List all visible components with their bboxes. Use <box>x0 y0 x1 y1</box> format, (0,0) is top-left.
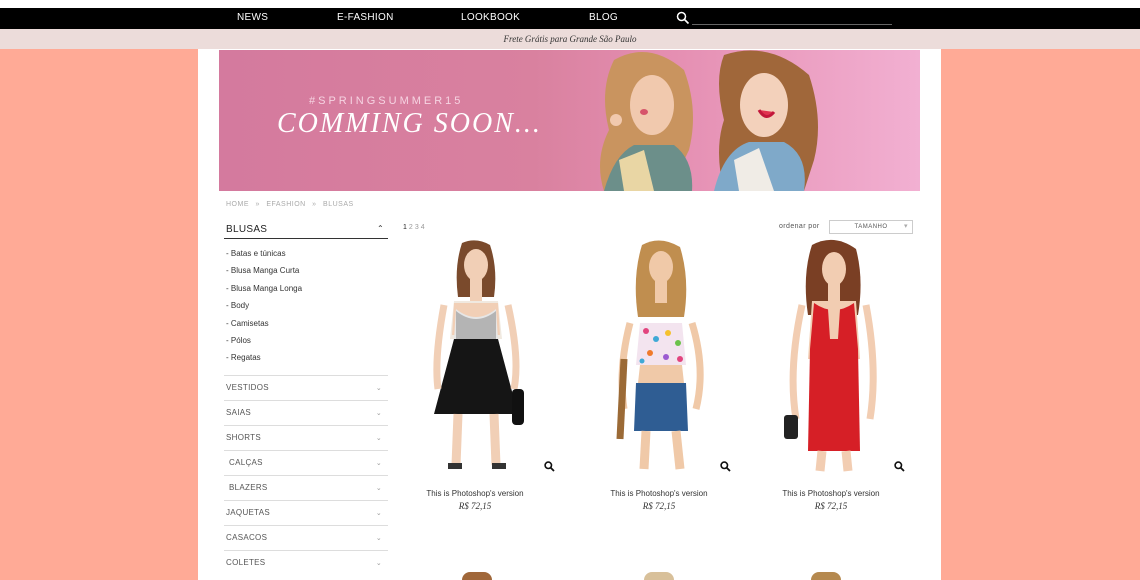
chevron-down-icon: ⌄ <box>375 485 382 492</box>
category-label: CASACOS <box>226 533 268 542</box>
category-item-vestidos[interactable]: VESTIDOS ⌄ <box>224 375 388 400</box>
category-item-coletes[interactable]: COLETES ⌄ <box>224 550 388 575</box>
breadcrumb: HOME » EFASHION » BLUSAS <box>226 201 358 208</box>
chevron-down-icon: ⌄ <box>375 560 382 567</box>
subcategory-item[interactable]: - Batas e túnicas <box>224 245 388 262</box>
product-image[interactable] <box>766 239 896 479</box>
hero-banner[interactable]: #SPRINGSUMMER15 COMMING SOON... <box>219 50 920 191</box>
nav-lookbook[interactable]: LOOKBOOK <box>461 12 520 23</box>
sort-select[interactable]: TAMANHO ▾ <box>829 220 913 234</box>
product-name[interactable]: This is Photoshop's version <box>574 489 744 498</box>
category-label: BLAZERS <box>229 483 268 492</box>
chevron-up-icon: ⌃ <box>376 224 384 233</box>
next-row-product-image[interactable] <box>462 572 492 580</box>
product-price: R$ 72,15 <box>458 501 492 511</box>
subcategory-item[interactable]: - Blusa Manga Curta <box>224 262 388 279</box>
product-card[interactable]: This is Photoshop's version R$ 72,15 <box>574 239 744 519</box>
category-item-calcas[interactable]: CALÇAS ⌄ <box>224 450 388 475</box>
chevron-down-icon: ⌄ <box>375 460 382 467</box>
banner-tag: #SPRINGSUMMER15 <box>309 95 464 107</box>
product-image[interactable] <box>410 239 540 479</box>
category-item-jaquetas[interactable]: JAQUETAS ⌄ <box>224 500 388 525</box>
page-link-2[interactable]: 2 <box>409 224 413 231</box>
product-price: R$ 72,15 <box>642 501 676 511</box>
main-content: #SPRINGSUMMER15 COMMING SOON... HOME » E… <box>198 49 941 580</box>
breadcrumb-home[interactable]: HOME <box>226 201 249 208</box>
promo-text: Frete Grátis para Grande São Paulo <box>503 34 637 44</box>
next-row-product-image[interactable] <box>644 572 674 580</box>
subcategory-item[interactable]: - Body <box>224 297 388 314</box>
chevron-down-icon: ⌄ <box>375 385 382 392</box>
next-row-product-image[interactable] <box>811 572 841 580</box>
subcategory-list: - Batas e túnicas - Blusa Manga Curta - … <box>224 245 388 367</box>
zoom-icon[interactable] <box>720 461 731 472</box>
product-image[interactable] <box>594 239 724 479</box>
product-price: R$ 72,15 <box>814 501 848 511</box>
category-label: COLETES <box>226 558 266 567</box>
category-label: CALÇAS <box>229 458 263 467</box>
subcategory-item[interactable]: - Regatas <box>224 349 388 366</box>
product-name[interactable]: This is Photoshop's version <box>746 489 916 498</box>
nav-news[interactable]: NEWS <box>237 12 268 23</box>
promo-bar: Frete Grátis para Grande São Paulo <box>0 29 1140 49</box>
product-name[interactable]: This is Photoshop's version <box>390 489 560 498</box>
page-link-1[interactable]: 1 <box>403 224 407 231</box>
category-label: JAQUETAS <box>226 508 271 517</box>
nav-efashion[interactable]: E-FASHION <box>337 12 394 23</box>
product-card[interactable]: This is Photoshop's version R$ 72,15 <box>746 239 916 519</box>
search-icon[interactable] <box>676 11 690 25</box>
sort-label: ordenar por <box>779 223 820 230</box>
category-item-blazers[interactable]: BLAZERS ⌄ <box>224 475 388 500</box>
category-item-casacos[interactable]: CASACOS ⌄ <box>224 525 388 550</box>
breadcrumb-blusas[interactable]: BLUSAS <box>323 201 354 208</box>
pagination: 1234 <box>403 224 427 231</box>
breadcrumb-separator: » <box>312 201 317 208</box>
banner-models-image <box>600 50 818 191</box>
breadcrumb-efashion[interactable]: EFASHION <box>266 201 305 208</box>
chevron-down-icon: ⌄ <box>375 510 382 517</box>
sort-selected-value: TAMANHO <box>854 224 888 230</box>
product-card[interactable]: This is Photoshop's version R$ 72,15 <box>390 239 560 519</box>
category-label: VESTIDOS <box>226 383 269 392</box>
category-sidebar: BLUSAS ⌃ - Batas e túnicas - Blusa Manga… <box>224 224 388 567</box>
subcategory-item[interactable]: - Camisetas <box>224 315 388 332</box>
zoom-icon[interactable] <box>894 461 905 472</box>
category-header-label: BLUSAS <box>226 224 268 235</box>
chevron-down-icon: ⌄ <box>375 535 382 542</box>
subcategory-item[interactable]: - Blusa Manga Longa <box>224 280 388 297</box>
category-header-blusas[interactable]: BLUSAS ⌃ <box>224 224 388 239</box>
top-strip <box>0 0 1140 8</box>
zoom-icon[interactable] <box>544 461 555 472</box>
subcategory-item[interactable]: - Pólos <box>224 332 388 349</box>
category-item-shorts[interactable]: SHORTS ⌄ <box>224 425 388 450</box>
caret-down-icon: ▾ <box>903 223 908 230</box>
top-navigation: NEWS E-FASHION LOOKBOOK BLOG <box>0 8 1140 29</box>
nav-blog[interactable]: BLOG <box>589 12 618 23</box>
chevron-down-icon: ⌄ <box>375 410 382 417</box>
category-label: SHORTS <box>226 433 261 442</box>
breadcrumb-separator: » <box>255 201 260 208</box>
page-link-3[interactable]: 3 <box>415 224 419 231</box>
category-label: SAIAS <box>226 408 252 417</box>
search-input[interactable] <box>692 12 892 25</box>
category-item-saias[interactable]: SAIAS ⌄ <box>224 400 388 425</box>
page-link-4[interactable]: 4 <box>421 224 425 231</box>
category-list: VESTIDOS ⌄ SAIAS ⌄ SHORTS ⌄ CALÇAS ⌄ BLAZERS… <box>224 375 388 575</box>
chevron-down-icon: ⌄ <box>375 435 382 442</box>
banner-headline: COMMING SOON... <box>277 108 542 139</box>
